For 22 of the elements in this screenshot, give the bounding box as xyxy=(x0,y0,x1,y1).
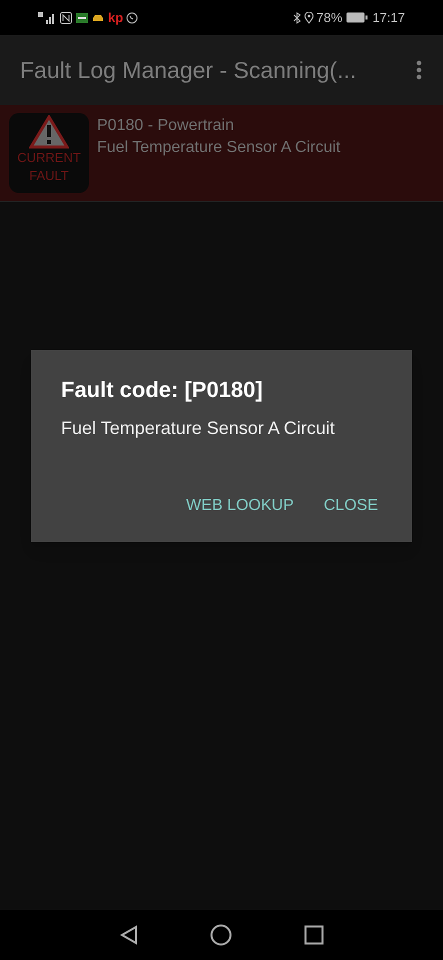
location-icon xyxy=(304,12,314,24)
app-title: Fault Log Manager - Scanning(... xyxy=(20,56,358,85)
back-icon[interactable] xyxy=(120,925,138,945)
fault-code: P0180 - Powertrain xyxy=(97,116,235,136)
battery-icon xyxy=(346,12,368,23)
dialog-action-button[interactable]: WEB LOOKUP xyxy=(180,488,300,524)
badge-label: CURRENT xyxy=(17,149,81,167)
home-icon[interactable] xyxy=(210,924,232,946)
more-icon xyxy=(416,60,422,80)
bluetooth-icon xyxy=(293,12,302,24)
fault-description: Fuel Temperature Sensor A Circuit xyxy=(97,138,340,158)
dialog-title: Fault code: [P0180] xyxy=(61,376,264,404)
recents-icon[interactable] xyxy=(304,925,324,945)
dialog-message: Fuel Temperature Sensor A Circuit xyxy=(61,417,336,440)
battery-percent: 78% xyxy=(316,8,342,27)
warning-icon xyxy=(29,115,69,149)
dialog-action-button[interactable]: CLOSE xyxy=(318,488,384,524)
clock: 17:17 xyxy=(372,8,405,27)
badge-label: FAULT xyxy=(29,167,69,185)
fault-row[interactable]: CURRENT FAULT P0180 - Powertrain Fuel Temperature Sensor A Circuit xyxy=(0,105,443,202)
nfc-icon xyxy=(60,12,72,24)
app-logo: kp xyxy=(108,11,124,24)
